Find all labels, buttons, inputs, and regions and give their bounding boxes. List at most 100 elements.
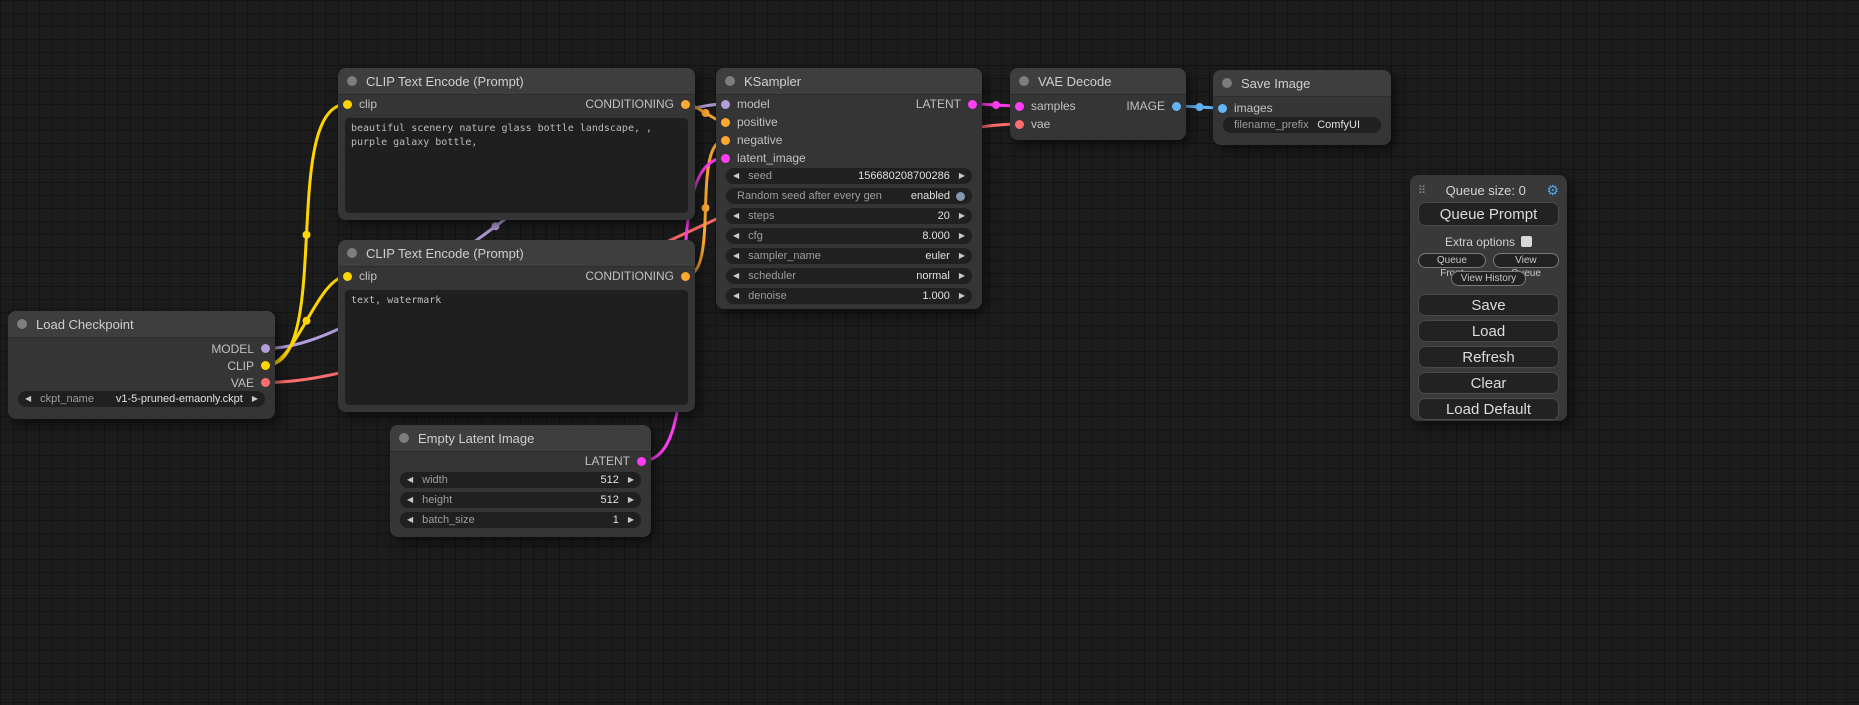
input-slot-positive[interactable] (721, 118, 730, 127)
input-slot-clip[interactable] (343, 100, 352, 109)
slot-row: LATENT (390, 452, 651, 470)
output-slot-latent[interactable] (968, 100, 977, 109)
widget-name: width (422, 474, 448, 486)
widget-seed[interactable]: ◀ seed 156680208700286 ▶ (726, 168, 972, 184)
slot-row: latent_image (716, 149, 982, 167)
node-save-image[interactable]: Save Image images filename_prefix ComfyU… (1213, 70, 1391, 145)
widget-name: cfg (748, 230, 763, 242)
prompt-textarea[interactable]: text, watermark (345, 290, 688, 405)
arrow-right-icon[interactable]: ▶ (628, 496, 634, 504)
arrow-left-icon[interactable]: ◀ (733, 292, 739, 300)
input-slot-model[interactable] (721, 100, 730, 109)
node-clip-text-encode-positive[interactable]: CLIP Text Encode (Prompt) clip CONDITION… (338, 68, 695, 220)
queue-prompt-button[interactable]: Queue Prompt (1418, 202, 1559, 226)
collapse-dot-icon[interactable] (347, 248, 357, 258)
arrow-right-icon[interactable]: ▶ (628, 476, 634, 484)
widget-batch-size[interactable]: ◀ batch_size 1 ▶ (400, 512, 641, 528)
widget-filename-prefix[interactable]: filename_prefix ComfyUI (1223, 117, 1381, 133)
collapse-dot-icon[interactable] (1222, 78, 1232, 88)
toggle-knob-icon[interactable] (956, 192, 965, 201)
extra-options-label: Extra options (1445, 235, 1515, 249)
save-button[interactable]: Save (1418, 294, 1559, 316)
output-label-image: IMAGE (1126, 99, 1165, 113)
output-label-latent: LATENT (585, 454, 630, 468)
graph-canvas[interactable]: Load Checkpoint MODEL CLIP VAE (0, 0, 1859, 705)
view-history-button[interactable]: View History (1451, 271, 1526, 286)
arrow-right-icon[interactable]: ▶ (959, 232, 965, 240)
refresh-button[interactable]: Refresh (1418, 346, 1559, 368)
arrow-left-icon[interactable]: ◀ (407, 516, 413, 524)
node-vae-decode[interactable]: VAE Decode samples IMAGE vae (1010, 68, 1186, 140)
output-label-conditioning: CONDITIONING (585, 97, 674, 111)
node-clip-text-encode-negative[interactable]: CLIP Text Encode (Prompt) clip CONDITION… (338, 240, 695, 412)
node-header[interactable]: KSampler (716, 68, 982, 95)
arrow-left-icon[interactable]: ◀ (733, 272, 739, 280)
arrow-right-icon[interactable]: ▶ (959, 172, 965, 180)
arrow-right-icon[interactable]: ▶ (959, 292, 965, 300)
input-slot-samples[interactable] (1015, 102, 1024, 111)
load-button[interactable]: Load (1418, 320, 1559, 342)
output-slot-model[interactable] (261, 344, 270, 353)
load-default-button[interactable]: Load Default (1418, 398, 1559, 420)
arrow-left-icon[interactable]: ◀ (733, 232, 739, 240)
node-header[interactable]: Load Checkpoint (8, 311, 275, 338)
widget-cfg[interactable]: ◀ cfg 8.000 ▶ (726, 228, 972, 244)
input-slot-negative[interactable] (721, 136, 730, 145)
node-header[interactable]: Save Image (1213, 70, 1391, 97)
node-header[interactable]: CLIP Text Encode (Prompt) (338, 240, 695, 267)
widget-name: filename_prefix (1234, 119, 1309, 131)
input-slot-vae[interactable] (1015, 120, 1024, 129)
queue-front-button[interactable]: Queue Front (1418, 253, 1486, 268)
input-slot-images[interactable] (1218, 104, 1227, 113)
widget-height[interactable]: ◀ height 512 ▶ (400, 492, 641, 508)
arrow-left-icon[interactable]: ◀ (407, 496, 413, 504)
arrow-right-icon[interactable]: ▶ (959, 212, 965, 220)
settings-gear-icon[interactable]: ⚙ (1546, 182, 1559, 199)
widget-value: euler (925, 250, 949, 262)
node-header[interactable]: CLIP Text Encode (Prompt) (338, 68, 695, 95)
output-slot-vae[interactable] (261, 378, 270, 387)
arrow-left-icon[interactable]: ◀ (733, 252, 739, 260)
widget-width[interactable]: ◀ width 512 ▶ (400, 472, 641, 488)
queue-actions-row: Queue Front View Queue (1418, 253, 1559, 268)
arrow-right-icon[interactable]: ▶ (959, 252, 965, 260)
widget-steps[interactable]: ◀ steps 20 ▶ (726, 208, 972, 224)
widget-denoise[interactable]: ◀ denoise 1.000 ▶ (726, 288, 972, 304)
node-header[interactable]: VAE Decode (1010, 68, 1186, 95)
widget-ckpt-name[interactable]: ◀ ckpt_name v1-5-pruned-emaonly.ckpt ▶ (18, 391, 265, 407)
arrow-right-icon[interactable]: ▶ (252, 395, 258, 403)
collapse-dot-icon[interactable] (725, 76, 735, 86)
collapse-dot-icon[interactable] (399, 433, 409, 443)
output-slot-conditioning[interactable] (681, 272, 690, 281)
collapse-dot-icon[interactable] (1019, 76, 1029, 86)
arrow-left-icon[interactable]: ◀ (733, 212, 739, 220)
arrow-right-icon[interactable]: ▶ (628, 516, 634, 524)
collapse-dot-icon[interactable] (17, 319, 27, 329)
extra-options-checkbox[interactable] (1521, 236, 1532, 247)
node-ksampler[interactable]: KSampler model LATENT positive (716, 68, 982, 309)
widget-scheduler[interactable]: ◀ scheduler normal ▶ (726, 268, 972, 284)
output-slot-latent[interactable] (637, 457, 646, 466)
node-load-checkpoint[interactable]: Load Checkpoint MODEL CLIP VAE (8, 311, 275, 419)
output-slot-clip[interactable] (261, 361, 270, 370)
input-slot-latent-image[interactable] (721, 154, 730, 163)
arrow-left-icon[interactable]: ◀ (25, 395, 31, 403)
input-label-latent-image: latent_image (737, 151, 806, 165)
view-queue-button[interactable]: View Queue (1493, 253, 1559, 268)
slot-row: clip CONDITIONING (338, 267, 695, 285)
widget-sampler-name[interactable]: ◀ sampler_name euler ▶ (726, 248, 972, 264)
input-slot-clip[interactable] (343, 272, 352, 281)
drag-handle-icon[interactable]: ⠿ (1418, 184, 1425, 197)
arrow-left-icon[interactable]: ◀ (407, 476, 413, 484)
arrow-right-icon[interactable]: ▶ (959, 272, 965, 280)
prompt-textarea[interactable]: beautiful scenery nature glass bottle la… (345, 118, 688, 213)
clear-button[interactable]: Clear (1418, 372, 1559, 394)
output-slot-conditioning[interactable] (681, 100, 690, 109)
slot-row: images (1213, 99, 1391, 117)
output-slot-image[interactable] (1172, 102, 1181, 111)
collapse-dot-icon[interactable] (347, 76, 357, 86)
node-header[interactable]: Empty Latent Image (390, 425, 651, 452)
widget-random-seed-toggle[interactable]: Random seed after every gen enabled (726, 188, 972, 204)
arrow-left-icon[interactable]: ◀ (733, 172, 739, 180)
node-empty-latent-image[interactable]: Empty Latent Image LATENT ◀ width 512 ▶ … (390, 425, 651, 537)
